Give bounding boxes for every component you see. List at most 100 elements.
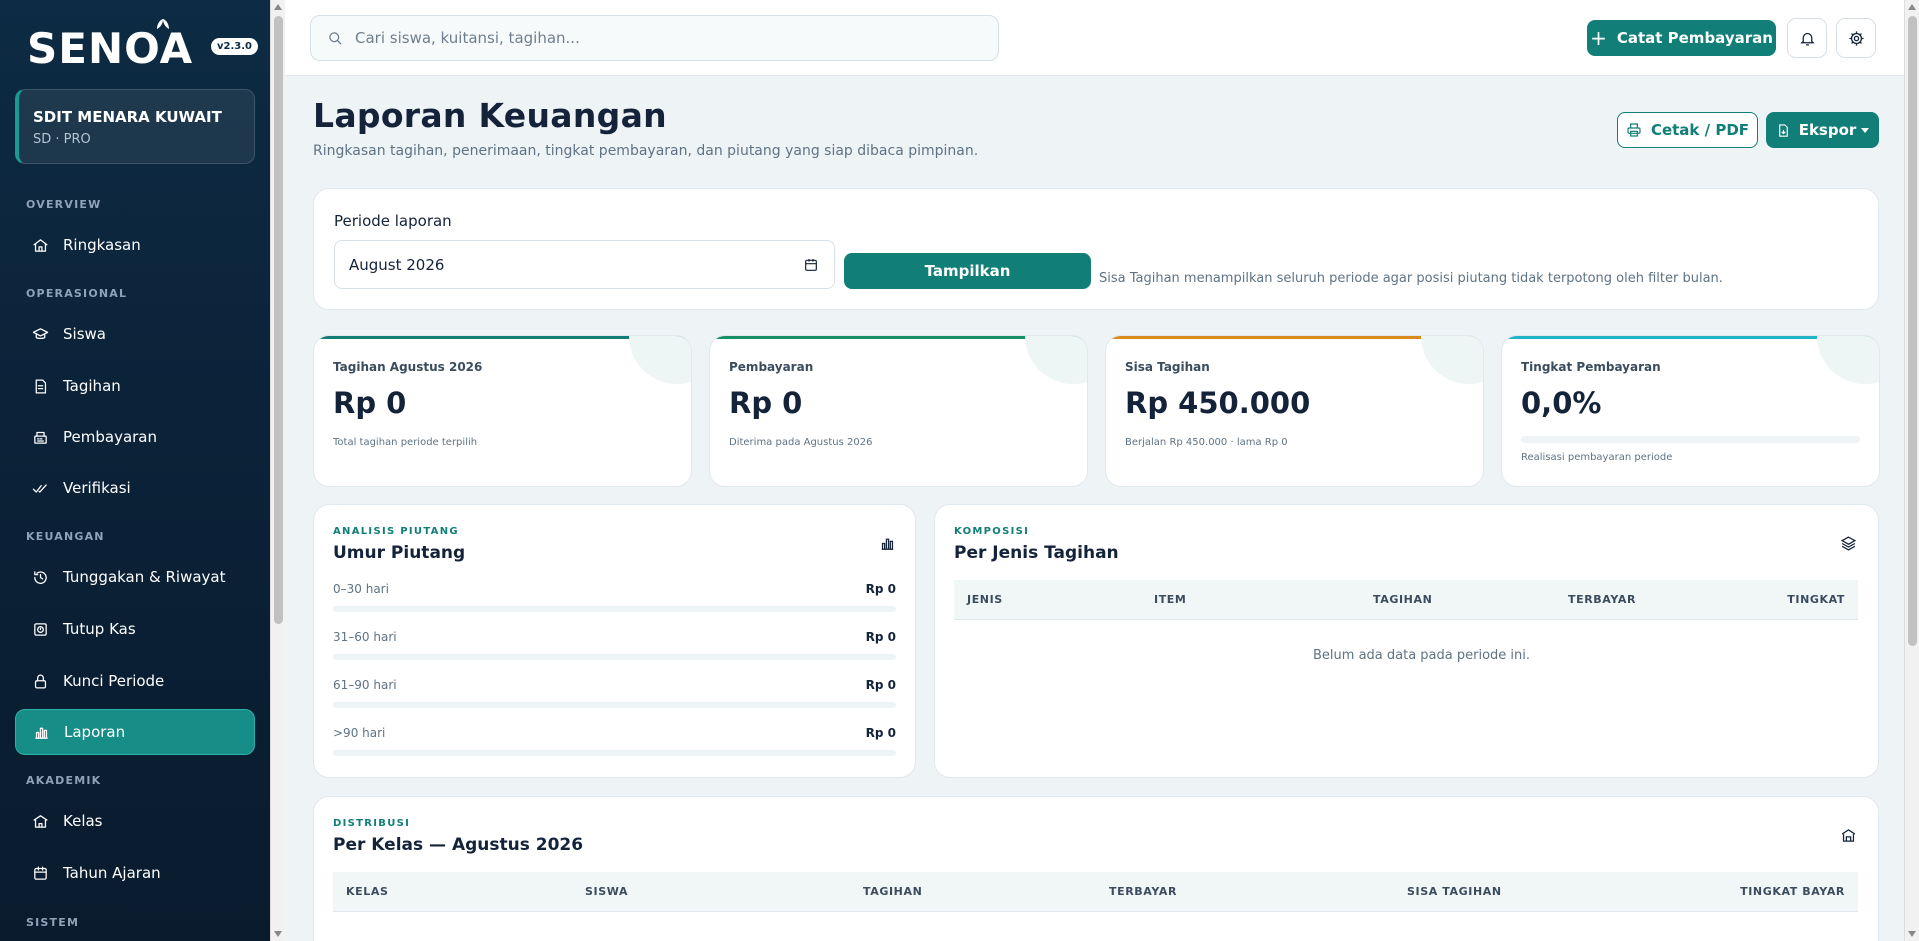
nav-section-akademik: AKADEMIK bbox=[26, 774, 102, 787]
nav-section-sistem: SISTEM bbox=[26, 916, 80, 929]
sidebar-item-tunggakan[interactable]: Tunggakan & Riwayat bbox=[15, 554, 255, 600]
kpi-value: Rp 450.000 bbox=[1125, 386, 1311, 420]
kpi-label: Sisa Tagihan bbox=[1125, 360, 1210, 374]
settings-button[interactable] bbox=[1836, 18, 1876, 58]
scroll-up-arrow-icon[interactable] bbox=[274, 4, 282, 10]
show-button[interactable]: Tampilkan bbox=[844, 253, 1091, 289]
sidebar-item-tahun-ajaran[interactable]: Tahun Ajaran bbox=[15, 850, 255, 896]
period-month-input[interactable]: August 2026 bbox=[334, 240, 835, 289]
column-header[interactable]: TINGKAT bbox=[1787, 593, 1845, 606]
column-header[interactable]: SISA TAGIHAN bbox=[1407, 885, 1502, 898]
kpi-value: Rp 0 bbox=[333, 386, 407, 420]
search-input[interactable] bbox=[355, 29, 955, 47]
decorative-circle bbox=[1421, 336, 1483, 384]
empty-state-message: Belum ada data pada periode ini. bbox=[1313, 648, 1531, 663]
aging-label: >90 hari bbox=[333, 726, 386, 740]
school-name: SDIT MENARA KUWAIT bbox=[33, 108, 222, 126]
double-check-icon bbox=[31, 479, 49, 497]
distribution-card bbox=[313, 796, 1879, 941]
kpi-card-tingkat-pembayaran: Tingkat Pembayaran 0,0% Realisasi pembay… bbox=[1501, 335, 1880, 487]
notifications-button[interactable] bbox=[1787, 18, 1827, 58]
composition-title: Per Jenis Tagihan bbox=[954, 543, 1119, 563]
column-header[interactable]: SISWA bbox=[585, 885, 628, 898]
kpi-card-tagihan: Tagihan Agustus 2026 Rp 0 Total tagihan … bbox=[313, 335, 692, 487]
composition-table-header: JENIS ITEM TAGIHAN TERBAYAR TINGKAT bbox=[954, 580, 1858, 620]
sidebar-item-tutup-kas[interactable]: Tutup Kas bbox=[15, 606, 255, 652]
topbar: + Catat Pembayaran bbox=[285, 0, 1904, 76]
sidebar-item-label: Tunggakan & Riwayat bbox=[63, 568, 226, 586]
record-payment-button[interactable]: + Catat Pembayaran bbox=[1587, 20, 1776, 56]
period-label: Periode laporan bbox=[334, 212, 452, 230]
school-plan: SD · PRO bbox=[33, 132, 91, 147]
page-subtitle: Ringkasan tagihan, penerimaan, tingkat p… bbox=[313, 143, 979, 159]
aging-label: 31–60 hari bbox=[333, 630, 397, 644]
sidebar-item-verifikasi[interactable]: Verifikasi bbox=[15, 465, 255, 511]
scroll-down-arrow-icon[interactable] bbox=[1908, 931, 1916, 937]
decorative-circle bbox=[1025, 336, 1087, 384]
page-title: Laporan Keuangan bbox=[313, 96, 667, 135]
column-header[interactable]: TAGIHAN bbox=[863, 885, 922, 898]
composition-eyebrow: KOMPOSISI bbox=[954, 526, 1030, 537]
sidebar-item-label: Verifikasi bbox=[63, 479, 131, 497]
sidebar-item-laporan[interactable]: Laporan bbox=[15, 709, 255, 755]
sidebar-item-siswa[interactable]: Siswa bbox=[15, 311, 255, 357]
sidebar-item-label: Kunci Periode bbox=[63, 672, 165, 690]
register-icon bbox=[31, 428, 49, 446]
graduation-cap-icon bbox=[31, 325, 49, 343]
sidebar-item-ringkasan[interactable]: Ringkasan bbox=[15, 222, 255, 268]
school-switcher[interactable]: SDIT MENARA KUWAIT SD · PRO bbox=[15, 89, 255, 164]
distribution-eyebrow: DISTRIBUSI bbox=[333, 818, 411, 829]
column-header[interactable]: ITEM bbox=[1154, 593, 1186, 606]
scroll-up-arrow-icon[interactable] bbox=[1908, 4, 1916, 10]
scroll-down-arrow-icon[interactable] bbox=[274, 931, 282, 937]
kpi-card-sisa-tagihan: Sisa Tagihan Rp 450.000 Berjalan Rp 450.… bbox=[1105, 335, 1484, 487]
search-box[interactable] bbox=[310, 15, 999, 61]
kpi-label: Tingkat Pembayaran bbox=[1521, 360, 1661, 374]
sidebar-item-kelas[interactable]: Kelas bbox=[15, 798, 255, 844]
home-icon bbox=[31, 236, 49, 254]
decorative-circle bbox=[629, 336, 691, 384]
file-export-icon bbox=[1778, 123, 1788, 137]
brand-name: SENOA bbox=[27, 24, 194, 73]
column-header[interactable]: JENIS bbox=[967, 593, 1003, 606]
bar-chart-icon bbox=[879, 535, 896, 552]
sidebar-item-label: Siswa bbox=[63, 325, 106, 343]
plus-icon: + bbox=[1590, 26, 1607, 50]
sidebar-item-label: Tahun Ajaran bbox=[63, 864, 161, 882]
invoice-icon bbox=[31, 377, 49, 395]
export-dropdown-button[interactable]: Ekspor bbox=[1766, 112, 1879, 148]
column-header[interactable]: TINGKAT BAYAR bbox=[1740, 885, 1845, 898]
kpi-value: 0,0% bbox=[1521, 386, 1602, 420]
main-scrollbar[interactable] bbox=[1904, 0, 1919, 941]
column-header[interactable]: TERBAYAR bbox=[1109, 885, 1177, 898]
distribution-title: Per Kelas — Agustus 2026 bbox=[333, 835, 584, 855]
calendar-icon[interactable] bbox=[803, 257, 819, 273]
column-header[interactable]: TERBAYAR bbox=[1568, 593, 1636, 606]
aging-bar bbox=[333, 606, 896, 612]
sidebar-item-label: Laporan bbox=[64, 723, 126, 741]
aging-value: Rp 0 bbox=[865, 630, 896, 644]
aging-value: Rp 0 bbox=[865, 726, 896, 740]
column-header[interactable]: KELAS bbox=[346, 885, 388, 898]
kpi-card-pembayaran: Pembayaran Rp 0 Diterima pada Agustus 20… bbox=[709, 335, 1088, 487]
sidebar-item-kunci-periode[interactable]: Kunci Periode bbox=[15, 658, 255, 704]
scrollbar-thumb[interactable] bbox=[1908, 16, 1917, 646]
aging-bar bbox=[333, 750, 896, 756]
bell-icon bbox=[1799, 32, 1815, 46]
aging-label: 0–30 hari bbox=[333, 582, 389, 596]
sidebar: SENOA v2.3.0 SDIT MENARA KUWAIT SD · PRO… bbox=[0, 0, 270, 941]
sidebar-item-pembayaran[interactable]: Pembayaran bbox=[15, 414, 255, 460]
scrollbar-thumb[interactable] bbox=[274, 16, 283, 624]
print-pdf-label: Cetak / PDF bbox=[1650, 121, 1750, 139]
decorative-circle bbox=[1817, 336, 1879, 384]
sidebar-item-label: Ringkasan bbox=[63, 236, 141, 254]
payment-rate-progress-bar bbox=[1521, 436, 1860, 443]
version-badge: v2.3.0 bbox=[211, 38, 258, 55]
sidebar-item-label: Tutup Kas bbox=[63, 620, 136, 638]
column-header[interactable]: TAGIHAN bbox=[1373, 593, 1432, 606]
sidebar-scrollbar[interactable] bbox=[270, 0, 285, 941]
brand-logo[interactable]: SENOA bbox=[27, 19, 194, 73]
sidebar-item-label: Kelas bbox=[63, 812, 103, 830]
sidebar-item-tagihan[interactable]: Tagihan bbox=[15, 363, 255, 409]
print-pdf-button[interactable]: Cetak / PDF bbox=[1617, 112, 1758, 148]
